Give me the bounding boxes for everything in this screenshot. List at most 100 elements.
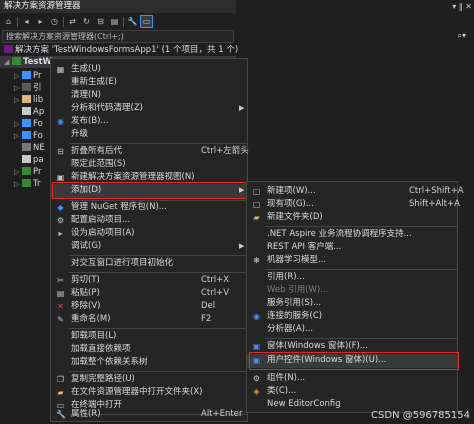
expand-icon[interactable]: ▷ [14,82,22,94]
history-icon[interactable]: ◷ [49,16,60,27]
rename-icon: ✎ [57,315,64,324]
preview-icon[interactable]: ▭ [140,15,153,28]
menu-item-clean[interactable]: 清理(N) [51,89,247,102]
menu-item-new-folder[interactable]: ▰ 新建文件夹(D) [247,211,457,224]
search-icon[interactable]: ⌕▾ [458,31,467,41]
csharp-file-icon [22,167,31,175]
references-icon [22,83,31,91]
menu-separator [69,328,247,329]
tree-item[interactable]: ▷ lib [0,94,52,106]
config-file-icon [22,107,31,115]
folder-open-icon: ▰ [57,388,64,397]
solution-row[interactable]: 解决方案 'TestWindowsFormsApp1' (1 个项目，共 1 个… [0,44,239,56]
tree-item[interactable]: ▷ Fo [0,130,52,142]
toolbar-separator [17,16,18,27]
watermark: CSDN @596785154 [371,410,470,421]
refresh-icon[interactable]: ↻ [81,16,92,27]
menu-item-service-reference[interactable]: 服务引用(S)... [247,297,457,310]
toolbar-separator [63,16,64,27]
tree-item[interactable]: ▷ Pr [0,166,52,178]
menu-item-rename[interactable]: ✎ 重命名(M) F2 [51,313,247,326]
config-file-icon [22,155,31,163]
menu-separator [265,226,457,227]
form-file-icon [22,119,31,127]
menu-item-rebuild[interactable]: 重新生成(E) [51,76,247,89]
menu-item-paste[interactable]: ▤ 粘贴(P) Ctrl+V [51,287,247,300]
tree-item[interactable]: ▷ 引 [0,82,52,94]
show-all-files-icon[interactable]: ▤ [109,16,120,27]
menu-item-new-item[interactable]: ▢ 新建项(W)... Ctrl+Shift+A [247,185,464,198]
add-submenu: ▢ 新建项(W)... Ctrl+Shift+A ▢ 现有项(G)... Shift+A… [246,181,464,413]
expand-icon[interactable]: ▷ [14,118,22,130]
new-view-icon: ▣ [56,173,65,182]
menu-item-publish[interactable]: ◉ 发布(B)... [51,115,247,128]
menu-item-class[interactable]: ◈ 类(C)... [247,385,457,398]
menu-item-analyzer[interactable]: 分析器(A)... [247,323,457,336]
menu-item-set-startup[interactable]: ▸ 设为启动项目(A) [51,227,247,240]
menu-item-scope-to-this[interactable]: 限定此范围(S) [51,158,247,171]
submenu-arrow-icon: ▶ [239,242,245,250]
highlight-box [52,182,247,199]
copy-path-icon: ❐ [56,375,65,384]
expand-icon[interactable]: ▷ [14,94,22,106]
file-icon [22,143,31,151]
startup-icon: ▸ [58,229,63,238]
menu-item-connected-service[interactable]: ◉ 连接的服务(C) [247,310,457,323]
submenu-arrow-icon: ▶ [239,104,245,112]
menu-item-open-in-explorer[interactable]: ▰ 在文件资源管理器中打开文件夹(X) [51,386,247,399]
menu-item-aspire[interactable]: .NET Aspire 业务流程协调程序支持... [247,228,457,241]
menu-item-init-interactive[interactable]: 对交互窗口进行项目初始化 [51,257,247,270]
menu-item-unload-project[interactable]: 卸载项目(L) [51,330,247,343]
expand-icon[interactable]: ▷ [14,166,22,178]
expand-icon[interactable]: ▷ [14,178,22,190]
menu-item-build[interactable]: ▦ 生成(U) [51,63,247,76]
menu-item-collapse-all[interactable]: ⊟ 折叠所有后代 Ctrl+左箭头 [51,145,249,158]
csharp-project-icon [12,57,21,65]
menu-separator [69,143,247,144]
pane-title-buttons[interactable]: ▾ ‖ ✕ [452,0,472,13]
menu-item-copy-full-path[interactable]: ❐ 复制完整路径(U) [51,373,247,386]
menu-item-web-reference[interactable]: Web 引用(W)... [247,284,457,297]
menu-item-load-direct-deps[interactable]: 加载直接依赖项 [51,343,247,356]
menu-item-existing-item[interactable]: ▢ 现有项(G)... Shift+Alt+A [247,198,460,211]
forward-icon[interactable]: ▸ [35,16,46,27]
menu-item-cut[interactable]: ✂ 剪切(T) Ctrl+X [51,274,247,287]
collapse-all-icon[interactable]: ⊟ [95,16,106,27]
menu-item-component[interactable]: ⚙ 组件(N)... [247,372,457,385]
menu-item-upgrade[interactable]: 升级 [51,128,247,141]
menu-item-reference[interactable]: 引用(R)... [247,271,457,284]
tree-item[interactable]: NE [0,142,52,154]
class-icon: ◈ [253,387,260,396]
properties-folder-icon [22,71,31,79]
expand-icon[interactable]: ◢ [4,56,12,68]
expand-icon[interactable]: ▷ [14,70,22,82]
tree-item[interactable]: ▷ Pr [0,70,52,82]
sync-icon[interactable]: ⇄ [67,16,78,27]
menu-item-configure-startup[interactable]: ⚙ 配置启动项目... [51,214,247,227]
home-icon[interactable]: ⌂ [3,16,14,27]
pane-toolbar: ⌂ ◂ ▸ ◷ ⇄ ↻ ⊟ ▤ 🔧 ▭ [0,13,236,30]
menu-item-remove[interactable]: ✕ 移除(V) Del [51,300,247,313]
search-input[interactable]: 搜索解决方案资源管理器(Ctrl+;) [2,30,234,43]
highlight-box [249,352,459,370]
menu-item-analyze[interactable]: 分析和代码清理(Z) ▶ [51,102,247,115]
tree-item[interactable]: pa [0,154,52,166]
existing-item-icon: ▢ [252,200,261,209]
menu-item-properties[interactable]: 🔧 属性(R) Alt+Enter [51,408,247,421]
menu-item-ml-model[interactable]: ❋ 机器学习模型... [247,254,457,267]
solution-label: 解决方案 'TestWindowsFormsApp1' (1 个项目，共 1 个… [15,45,239,55]
menu-item-manage-nuget[interactable]: ◆ 管理 NuGet 程序包(N)... [51,201,247,214]
menu-item-rest-api-client[interactable]: REST API 客户端... [247,241,457,254]
tree-item[interactable]: Ap [0,106,52,118]
tree-item[interactable]: ▷ Fo [0,118,52,130]
expand-icon[interactable]: ▷ [14,130,22,142]
tree-item[interactable]: ▷ Tr [0,178,52,190]
project-context-menu: ▦ 生成(U) 重新生成(E) 清理(N) 分析和代码清理(Z) ▶ ◉ 发布(B).… [50,58,249,422]
form-file-icon [22,131,31,139]
menu-item-load-dep-tree[interactable]: 加载整个依赖关系树 [51,356,247,369]
properties-icon[interactable]: 🔧 [127,16,138,27]
collapse-icon: ⊟ [57,147,64,156]
menu-item-debug[interactable]: 调试(G) ▶ [51,240,247,253]
back-icon[interactable]: ◂ [21,16,32,27]
component-icon: ⚙ [252,374,261,383]
